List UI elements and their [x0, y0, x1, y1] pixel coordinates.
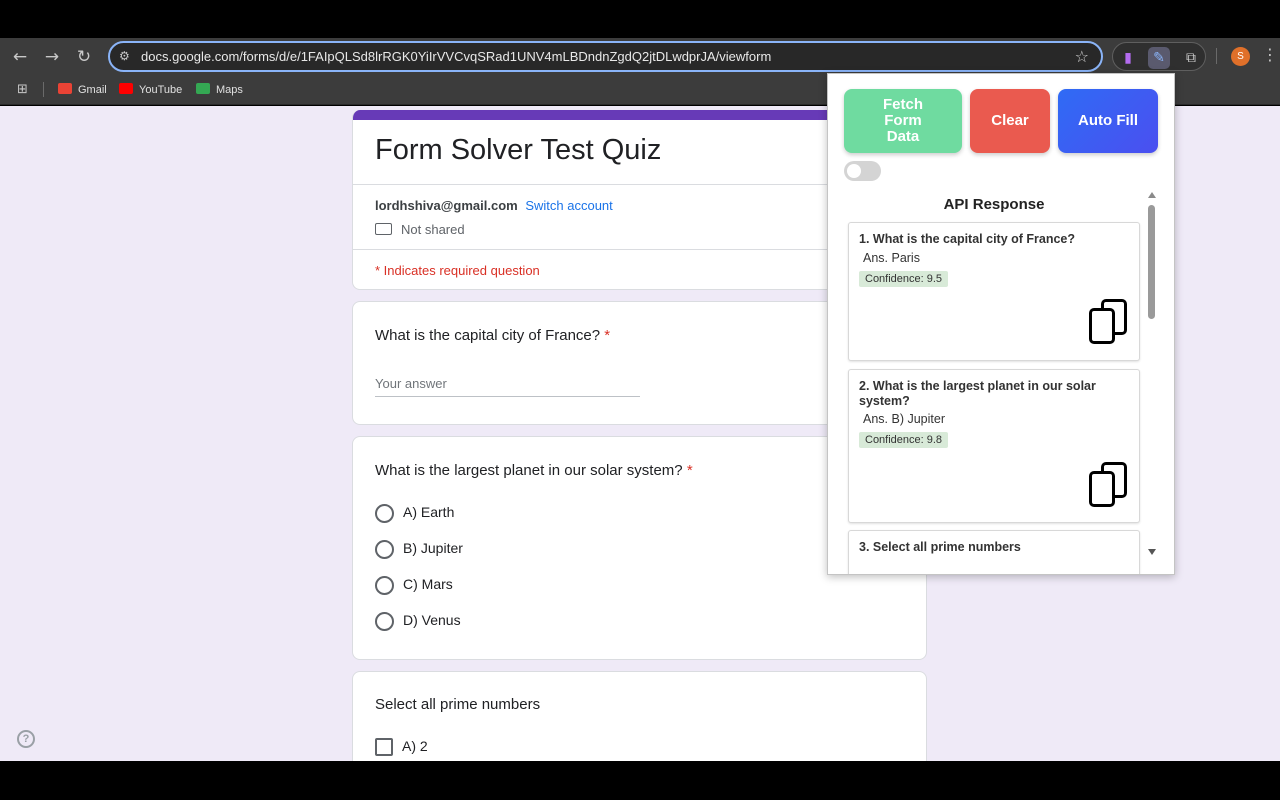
site-settings-icon[interactable]: ⚙	[119, 48, 135, 64]
bookmark-star-icon[interactable]: ☆	[1075, 47, 1089, 66]
question-text: What is the capital city of France?	[375, 327, 601, 344]
required-note: * Indicates required question	[375, 263, 540, 278]
auto-fill-button[interactable]: Auto Fill	[1058, 89, 1158, 153]
radio-option[interactable]: D) Venus	[375, 610, 461, 631]
checkbox-option[interactable]: A) 2	[375, 736, 428, 757]
url-text[interactable]: docs.google.com/forms/d/e/1FAIpQLSd8lrRG…	[141, 49, 771, 64]
apps-grid-icon[interactable]: ⊞	[17, 82, 28, 97]
radio-button[interactable]	[375, 575, 394, 595]
bookmark-label: Gmail	[78, 84, 107, 96]
toolbar-separator	[1216, 48, 1217, 64]
top-black-bar	[0, 0, 1280, 38]
checkbox[interactable]	[375, 738, 393, 757]
bookmark-maps[interactable]: Maps	[196, 83, 243, 96]
back-arrow-icon[interactable]: ←	[8, 45, 32, 69]
response-question: 1. What is the capital city of France?	[859, 232, 1076, 246]
not-shared-status: Not shared	[375, 222, 465, 237]
option-label: D) Venus	[403, 612, 461, 628]
fetch-form-data-button[interactable]: Fetch Form Data	[844, 89, 962, 153]
copy-icon[interactable]	[1089, 299, 1129, 345]
radio-option[interactable]: A) Earth	[375, 502, 455, 523]
option-label: C) Mars	[403, 576, 453, 592]
response-answer: Ans. B) Jupiter	[863, 412, 945, 426]
gmail-icon	[58, 83, 72, 94]
form-title: Form Solver Test Quiz	[375, 134, 662, 166]
copy-icon-front	[1089, 308, 1115, 344]
bookmark-label: YouTube	[139, 84, 183, 96]
fetch-button-label: Fetch Form Data	[882, 96, 923, 145]
radio-option[interactable]: C) Mars	[375, 574, 453, 595]
extension-popup: Fetch Form Data Clear Auto Fill API Resp…	[827, 73, 1175, 575]
screen: ← → ↻ ⚙ docs.google.com/forms/d/e/1FAIpQ…	[0, 0, 1280, 800]
not-shared-text: Not shared	[401, 222, 465, 237]
response-card-2: 2. What is the largest planet in our sol…	[848, 369, 1140, 523]
required-mark: *	[686, 462, 693, 479]
question-title: Select all prime numbers	[375, 696, 540, 713]
auto-toggle-switch[interactable]	[844, 161, 881, 181]
mail-icon	[375, 223, 392, 235]
response-card-1: 1. What is the capital city of France? A…	[848, 222, 1140, 361]
profile-avatar[interactable]: S	[1231, 47, 1250, 66]
bookmark-extension-icon[interactable]: ▮	[1117, 47, 1139, 69]
browser-menu-icon[interactable]: ⋮	[1262, 45, 1278, 64]
question-text: Select all prime numbers	[375, 696, 541, 713]
radio-button[interactable]	[375, 611, 394, 631]
confidence-badge: Confidence: 9.5	[859, 271, 949, 287]
radio-option[interactable]: B) Jupiter	[375, 538, 463, 559]
reload-icon[interactable]: ↻	[72, 45, 96, 69]
bookmarks-separator	[43, 82, 44, 97]
radio-button[interactable]	[375, 503, 394, 523]
bottom-black-bar	[0, 761, 1280, 800]
copy-icon-front	[1089, 471, 1115, 507]
account-email-text: lordhshiva@gmail.com	[375, 198, 518, 213]
scroll-up-arrow-icon[interactable]	[1148, 192, 1156, 198]
required-mark: *	[604, 327, 611, 344]
copy-icon[interactable]	[1089, 462, 1129, 508]
maps-icon	[196, 83, 210, 94]
option-label: A) 2	[402, 738, 428, 754]
short-answer-input[interactable]: Your answer	[375, 376, 640, 397]
popup-scrollbar[interactable]	[1146, 192, 1158, 558]
switch-account-link[interactable]: Switch account	[525, 198, 612, 213]
extensions-puzzle-icon[interactable]: ⧉	[1180, 47, 1202, 69]
bookmark-gmail[interactable]: Gmail	[58, 83, 107, 96]
extensions-area: ▮ ✎ ⧉	[1112, 42, 1206, 71]
scroll-down-arrow-icon[interactable]	[1148, 549, 1156, 555]
option-label: A) Earth	[403, 504, 455, 520]
account-email: lordhshiva@gmail.com Switch account	[375, 198, 613, 213]
clear-button[interactable]: Clear	[970, 89, 1050, 153]
option-label: B) Jupiter	[403, 540, 463, 556]
toggle-knob	[847, 164, 861, 178]
bookmark-youtube[interactable]: YouTube	[119, 83, 182, 96]
question-title: What is the capital city of France? *	[375, 327, 610, 344]
response-question: 2. What is the largest planet in our sol…	[859, 379, 1096, 408]
bookmark-label: Maps	[216, 84, 243, 96]
question-card-3: Select all prime numbers A) 2	[352, 671, 927, 761]
response-answer: Ans. Paris	[863, 251, 920, 265]
form-solver-extension-icon[interactable]: ✎	[1148, 47, 1170, 69]
question-text: What is the largest planet in our solar …	[375, 462, 683, 479]
response-question: 3. Select all prime numbers	[859, 540, 1021, 554]
radio-button[interactable]	[375, 539, 394, 559]
scroll-thumb[interactable]	[1148, 205, 1155, 319]
youtube-icon	[119, 83, 133, 94]
address-bar[interactable]: ⚙ docs.google.com/forms/d/e/1FAIpQLSd8lr…	[108, 41, 1103, 72]
forward-arrow-icon[interactable]: →	[40, 45, 64, 69]
api-response-heading: API Response	[943, 196, 1045, 213]
question-title: What is the largest planet in our solar …	[375, 462, 693, 479]
help-icon[interactable]: ?	[17, 730, 35, 748]
confidence-badge: Confidence: 9.8	[859, 432, 949, 448]
response-card-3: 3. Select all prime numbers	[848, 530, 1140, 574]
